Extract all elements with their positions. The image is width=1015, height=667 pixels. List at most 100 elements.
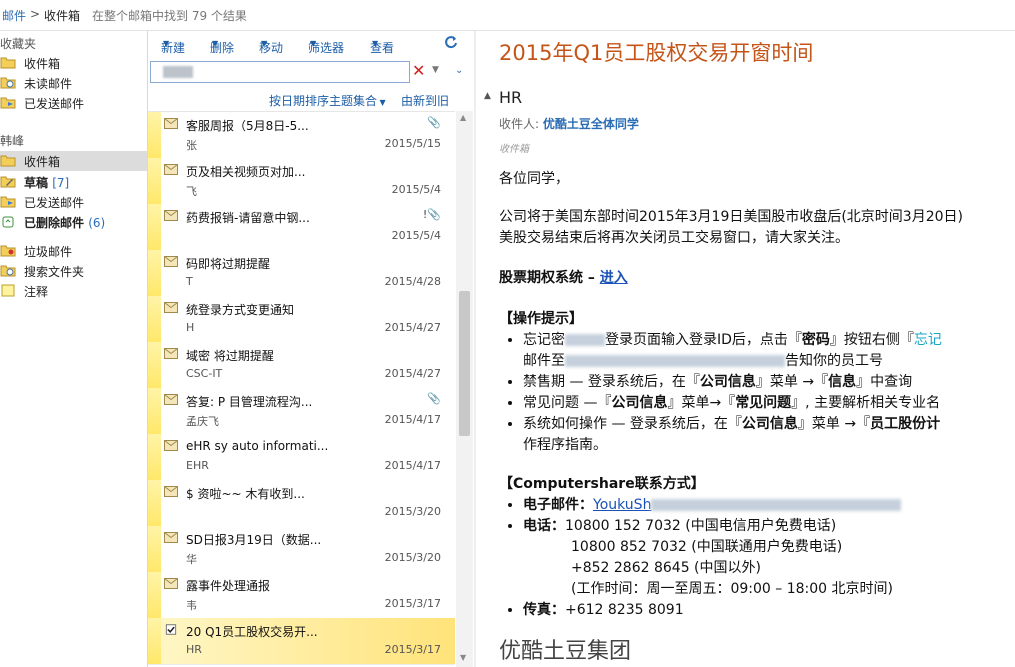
envelope-icon: [164, 394, 178, 405]
folder-label: 注释: [24, 285, 49, 299]
search-scope-dropdown-icon[interactable]: ▼: [432, 65, 439, 75]
folder-deleted[interactable]: 已删除邮件 (6): [0, 212, 147, 232]
scrollbar-thumb[interactable]: [459, 291, 470, 436]
sort-order-button[interactable]: 由新到旧: [401, 92, 449, 109]
search-result-info: 在整个邮箱中找到 79 个结果: [92, 9, 247, 23]
message-sender: H: [186, 321, 195, 334]
message-date: 2015/4/17: [384, 459, 441, 472]
message-sender: EHR: [186, 459, 209, 472]
search-folder-icon: [0, 77, 16, 89]
folder-inbox[interactable]: 收件箱: [0, 151, 147, 171]
folder-label: 搜索文件夹: [24, 265, 85, 279]
folder-search[interactable]: 搜索文件夹: [0, 261, 147, 281]
message-row[interactable]: 码即将过期提醒 T 2015/4/28: [148, 250, 455, 297]
account-header[interactable]: 韩峰: [0, 132, 24, 149]
email-sender[interactable]: HR: [499, 88, 522, 107]
folder-label: 已发送邮件: [24, 196, 85, 210]
message-subject: 答复: P 目管理流程沟...: [186, 395, 313, 409]
category-strip: [148, 480, 161, 526]
folder-sent[interactable]: 已发送邮件: [0, 192, 147, 212]
message-subject: 统登录方式变更通知: [186, 303, 295, 317]
category-strip: [148, 296, 161, 342]
message-row[interactable]: 露事件处理通报韦 2015/3/17: [148, 572, 455, 619]
scroll-up-icon[interactable]: ▲: [460, 113, 466, 122]
message-date: 2015/4/28: [384, 275, 441, 288]
message-list: 客服周报（5月8日-5... 张 2015/5/15 📎 页及相关视频页对加... 飞 20…: [148, 111, 455, 667]
folder-label: 收件箱: [24, 155, 61, 169]
refresh-icon[interactable]: [444, 35, 458, 49]
favorites-header[interactable]: 收藏夹: [0, 35, 36, 52]
reading-pane: 2015年Q1员工股权交易开窗时间 ▲ HR 收件人: 优酷土豆全体同学 收件箱…: [476, 31, 1015, 667]
sort-by-dropdown[interactable]: 按日期排序主题集合 ▼: [269, 92, 386, 109]
folder-notes[interactable]: 注释: [0, 281, 147, 301]
folder-label: 未读邮件: [24, 77, 73, 91]
breadcrumb-root[interactable]: 邮件: [2, 7, 26, 24]
system-line: 股票期权系统 – 进入: [499, 270, 628, 286]
envelope-icon: [164, 486, 178, 497]
email-folder: 收件箱: [499, 144, 529, 155]
message-date: 2015/5/15: [384, 137, 441, 150]
breadcrumb-separator: >: [30, 7, 41, 21]
message-sender: 孟庆飞: [186, 415, 219, 428]
message-row[interactable]: $ 资啦~~ 木有收到... 2015/3/20: [148, 480, 455, 527]
message-row[interactable]: 20 Q1员工股权交易开... HR 2015/3/17: [148, 618, 455, 665]
message-row[interactable]: 页及相关视频页对加... 飞 2015/5/4: [148, 158, 455, 205]
op-item: 禁售期 — 登录系统后，在『公司信息』菜单 →『信息』中查询: [523, 372, 1015, 393]
message-sender: 韦: [186, 599, 197, 612]
expand-search-icon[interactable]: ⌄: [455, 65, 463, 76]
category-strip: [148, 572, 161, 618]
message-row[interactable]: 答复: P 目管理流程沟... 孟庆飞 2015/4/17 📎: [148, 388, 455, 435]
search-input[interactable]: [150, 61, 410, 83]
message-row[interactable]: eHR sy auto informati... EHR 2015/4/17: [148, 434, 455, 481]
message-date: 2015/4/27: [384, 367, 441, 380]
clear-search-icon[interactable]: ✕: [412, 62, 425, 80]
folder-fav-inbox[interactable]: 收件箱: [0, 53, 147, 73]
collapse-icon[interactable]: ▲: [484, 91, 491, 101]
message-subject: 域密 将过期提醒: [186, 349, 274, 363]
message-row[interactable]: 药费报销-请留意中钢... 2015/5/4 !📎: [148, 204, 455, 251]
message-row[interactable]: 域密 将过期提醒 CSC-IT 2015/4/27: [148, 342, 455, 389]
message-row[interactable]: 统登录方式变更通知 H 2015/4/27: [148, 296, 455, 343]
message-sender: 飞: [186, 185, 197, 198]
category-strip: [148, 250, 161, 296]
envelope-icon: [164, 302, 178, 313]
message-subject: 20 Q1员工股权交易开...: [186, 625, 318, 639]
folder-junk[interactable]: 垃圾邮件: [0, 241, 147, 261]
notes-icon: [1, 284, 15, 297]
category-strip: [148, 618, 161, 664]
scroll-down-icon[interactable]: ▼: [460, 653, 466, 662]
message-row[interactable]: SD日报3月19日（数据... 华 2015/3/20: [148, 526, 455, 573]
message-list-scrollbar[interactable]: ▲ ▼: [456, 111, 473, 667]
ops-list: 忘记密登录页面输入登录ID后，点击『密码』按钮右侧『忘记邮件至告知你的员工号 禁…: [499, 330, 1015, 456]
folder-fav-sent[interactable]: 已发送邮件: [0, 93, 147, 113]
recipient-link[interactable]: 优酷土豆全体同学: [543, 117, 639, 131]
category-strip: [148, 112, 161, 158]
message-date: 2015/3/20: [384, 551, 441, 564]
message-row[interactable]: 客服周报（5月8日-5... 张 2015/5/15 📎: [148, 112, 455, 159]
op-item: 系统如何操作 — 登录系统后，在『公司信息』菜单 →『员工股份计作程序指南。: [523, 414, 1015, 456]
category-strip: [148, 388, 161, 434]
ops-heading: 【操作提示】: [499, 311, 583, 327]
email-body: 各位同学， 公司将于美国东部时间2015年3月19日美国股市收盘后(北京时间3月…: [499, 169, 1015, 664]
category-strip: [148, 158, 161, 204]
folder-label: 垃圾邮件: [24, 245, 73, 259]
breadcrumb-current: 收件箱: [44, 9, 81, 23]
contact-email-link[interactable]: YoukuSh: [593, 497, 651, 513]
category-strip: [148, 204, 161, 250]
folder-drafts[interactable]: 草稿 [7]: [0, 172, 147, 192]
signature: 优酷土豆集团: [499, 639, 632, 664]
op-item: 忘记密登录页面输入登录ID后，点击『密码』按钮右侧『忘记邮件至告知你的员工号: [523, 330, 1015, 372]
system-link[interactable]: 进入: [600, 270, 628, 286]
message-date: 2015/4/17: [384, 413, 441, 426]
checkbox-checked-icon[interactable]: [164, 624, 178, 635]
category-strip: [148, 526, 161, 572]
contact-phone: 电话：10800 152 7032 (中国电信用户免费电话)10800 852 …: [523, 516, 1015, 600]
message-sender: 张: [186, 139, 197, 152]
folder-fav-unread[interactable]: 未读邮件: [0, 73, 147, 93]
junk-folder-icon: [0, 245, 16, 257]
folder-label: 收件箱: [24, 57, 61, 71]
message-date: 2015/4/27: [384, 321, 441, 334]
sent-folder-icon: [0, 196, 16, 208]
breadcrumb: 邮件 > 收件箱 在整个邮箱中找到 79 个结果: [0, 0, 1015, 31]
attachment-icon: !📎: [422, 208, 441, 221]
